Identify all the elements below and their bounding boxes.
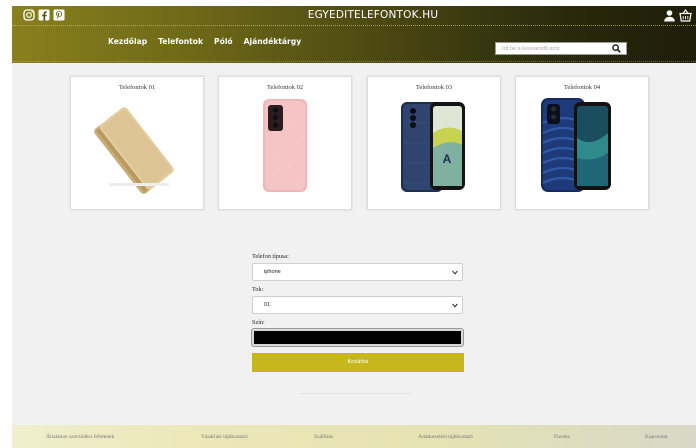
footer-link-aszf[interactable]: Általános szerződési feltételek [46, 434, 114, 440]
phone-type-label: Telefon típusa: [252, 253, 289, 260]
footer-link-szallitas[interactable]: Szállítás [314, 434, 333, 440]
product-image-pink-glitter[interactable] [219, 93, 353, 208]
phone-type-select[interactable]: iphone [252, 263, 463, 281]
svg-text:A: A [443, 152, 452, 166]
cart-icon[interactable] [679, 9, 692, 22]
phone-type-value: iphone [264, 269, 281, 275]
search-input[interactable] [496, 43, 606, 54]
footer-link-vasarlasi-tajekoztato[interactable]: Vásárlási tájékoztató [201, 434, 248, 440]
pinterest-icon[interactable] [53, 9, 65, 21]
facebook-icon[interactable] [38, 9, 50, 21]
product-card-02[interactable]: Telefontok 02 [218, 76, 352, 210]
content-divider [299, 393, 411, 394]
product-card-04[interactable]: Telefontok 04 [515, 76, 649, 210]
header-bottom-divider [12, 61, 696, 62]
add-to-cart-button[interactable]: Kosárba [252, 353, 464, 372]
case-value: 01 [264, 302, 271, 308]
chevron-down-icon [452, 270, 458, 275]
product-title: Telefontok 01 [118, 84, 156, 91]
search-box [495, 42, 627, 55]
product-title: Telefontok 02 [266, 84, 304, 91]
instagram-icon[interactable] [23, 9, 35, 21]
product-title: Telefontok 04 [563, 84, 601, 91]
site-footer: Általános szerződési feltételek Vásárlás… [12, 425, 696, 448]
chevron-down-icon [452, 303, 458, 308]
social-links [23, 9, 65, 21]
nav-item-kezdolap[interactable]: Kezdőlap [108, 37, 147, 46]
case-label: Tok: [252, 286, 264, 293]
product-card-03[interactable]: Telefontok 03 A [367, 76, 501, 210]
main-nav: Kezdőlap Telefontok Póló Ajándéktárgy [108, 37, 312, 46]
nav-item-polo[interactable]: Póló [214, 37, 233, 46]
color-label: Szín: [252, 319, 265, 326]
product-title: Telefontok 03 [415, 84, 453, 91]
product-image-folio-gold[interactable] [71, 93, 205, 208]
order-form: Telefon típusa: iphone Tok: 01 Szín: Kos… [251, 253, 464, 372]
footer-link-adatkezeles[interactable]: Adatkezelési tájékoztató [418, 434, 473, 440]
main-content: Telefontok 01 Telefontok 02 Telefontok 0… [12, 63, 696, 425]
site-title[interactable]: EGYEDITELEFONTOK.HU [298, 9, 448, 21]
site-header: EGYEDITELEFONTOK.HU Kezdőlap Telefontok … [12, 6, 696, 63]
search-icon[interactable] [612, 44, 621, 53]
product-image-blue-ribbed[interactable] [516, 93, 650, 208]
color-picker[interactable] [251, 328, 464, 347]
nav-item-telefontok[interactable]: Telefontok [158, 37, 203, 46]
footer-link-fizetes[interactable]: Fizetés [554, 434, 570, 440]
footer-link-kapcsolat[interactable]: Kapcsolat [645, 434, 667, 440]
user-icon[interactable] [663, 9, 676, 22]
product-image-navy-leather[interactable]: A [368, 93, 502, 208]
product-card-01[interactable]: Telefontok 01 [70, 76, 204, 210]
account-actions [663, 9, 692, 22]
case-select[interactable]: 01 [252, 296, 463, 314]
nav-item-ajandektargy[interactable]: Ajándéktárgy [244, 37, 302, 46]
header-divider [12, 25, 696, 26]
